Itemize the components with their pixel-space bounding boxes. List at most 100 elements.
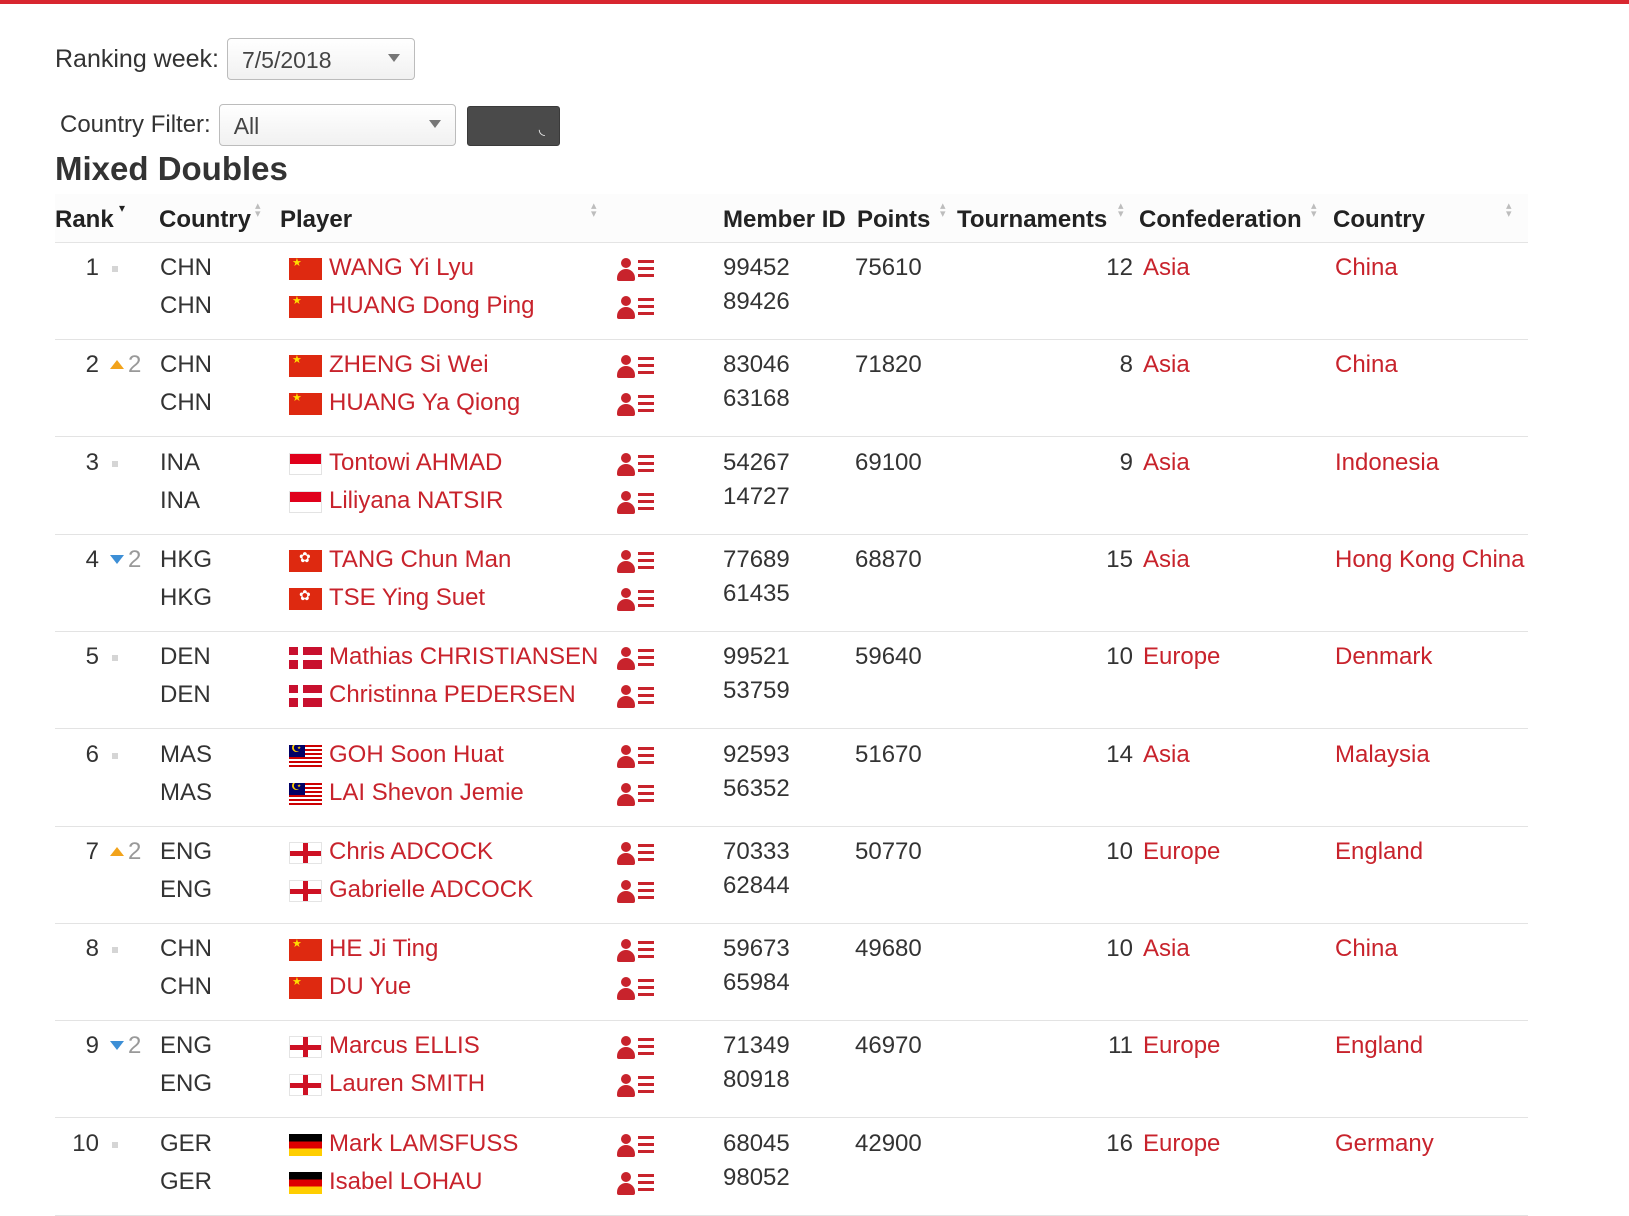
country-filter-select[interactable]: All [218, 104, 456, 146]
player-link[interactable]: TANG Chun Man [329, 546, 511, 573]
country-link[interactable]: Indonesia [1335, 449, 1439, 477]
player-link[interactable]: TSE Ying Suet [329, 584, 485, 611]
column-header-rank[interactable]: Rank [55, 206, 114, 234]
sort-icon[interactable]: ▴ ▾ [1311, 201, 1317, 220]
column-header-points[interactable]: Points [857, 206, 930, 234]
confederation-text[interactable]: Asia [1143, 254, 1190, 281]
confederation-text[interactable]: Asia [1143, 741, 1190, 768]
country-link[interactable]: China [1335, 254, 1398, 282]
player-profile-icon[interactable] [617, 549, 657, 575]
country-text[interactable]: Denmark [1335, 643, 1432, 670]
player-link[interactable]: LAI Shevon Jemie [329, 779, 524, 806]
player-link[interactable]: Marcus ELLIS [329, 1032, 480, 1059]
country-text[interactable]: China [1335, 935, 1398, 962]
country-link[interactable]: Germany [1335, 1130, 1434, 1158]
player-link[interactable]: HUANG Ya Qiong [329, 389, 520, 416]
player-link[interactable]: Christinna PEDERSEN [329, 681, 576, 708]
confederation-link[interactable]: Europe [1143, 1032, 1220, 1060]
player-profile-icon[interactable] [617, 257, 657, 283]
country-link[interactable]: Hong Kong China [1335, 546, 1524, 574]
player-profile-icon[interactable] [617, 1073, 657, 1099]
country-text[interactable]: Malaysia [1335, 741, 1430, 768]
country-link[interactable]: China [1335, 935, 1398, 963]
player-link[interactable]: Chris ADCOCK [329, 838, 493, 865]
player-link[interactable]: HUANG Dong Ping [329, 292, 534, 319]
player-profile-icon[interactable] [617, 976, 657, 1002]
player-profile-icon[interactable] [617, 490, 657, 516]
confederation-link[interactable]: Europe [1143, 643, 1220, 671]
country-link[interactable]: China [1335, 351, 1398, 379]
column-header-player[interactable]: Player [280, 206, 352, 234]
player-profile-icon[interactable] [617, 587, 657, 613]
country-text[interactable]: Indonesia [1335, 449, 1439, 476]
player-link[interactable]: Isabel LOHAU [329, 1168, 482, 1195]
rank-number: 8 [85, 935, 99, 962]
confederation-text[interactable]: Europe [1143, 1032, 1220, 1059]
player-link[interactable]: HE Ji Ting [329, 935, 438, 962]
apply-filter-button[interactable]: ◟ [467, 106, 560, 146]
player-profile-icon[interactable] [617, 646, 657, 672]
country-link[interactable]: Denmark [1335, 643, 1432, 671]
country-text[interactable]: China [1335, 254, 1398, 281]
confederation-link[interactable]: Asia [1143, 741, 1190, 769]
player-profile-icon[interactable] [617, 354, 657, 380]
ina-flag-icon [289, 491, 322, 513]
player-profile-icon[interactable] [617, 1171, 657, 1197]
player-profile-icon[interactable] [617, 879, 657, 905]
player-link[interactable]: WANG Yi Lyu [329, 254, 474, 281]
confederation-link[interactable]: Asia [1143, 935, 1190, 963]
country-text[interactable]: England [1335, 838, 1423, 865]
confederation-text[interactable]: Europe [1143, 838, 1220, 865]
sort-icon[interactable]: ▴ ▾ [255, 201, 261, 220]
ranking-week-select[interactable]: 7/5/2018 [226, 38, 415, 80]
column-header-confederation[interactable]: Confederation [1139, 206, 1302, 234]
country-text[interactable]: England [1335, 1032, 1423, 1059]
country-text[interactable]: Germany [1335, 1130, 1434, 1157]
player-profile-icon[interactable] [617, 295, 657, 321]
player-profile-icon[interactable] [617, 782, 657, 808]
sort-icon[interactable]: ▴ ▾ [1118, 201, 1124, 220]
sort-desc-icon[interactable]: ▾ [119, 202, 125, 214]
player-link[interactable]: Mark LAMSFUSS [329, 1130, 518, 1157]
player-link[interactable]: Tontowi AHMAD [329, 449, 502, 476]
player-link[interactable]: DU Yue [329, 973, 411, 1000]
column-header-country[interactable]: Country [159, 206, 251, 234]
player-link[interactable]: Gabrielle ADCOCK [329, 876, 533, 903]
player-link[interactable]: Lauren SMITH [329, 1070, 485, 1097]
sort-icon[interactable]: ▴ ▾ [1506, 201, 1512, 220]
player-profile-icon[interactable] [617, 841, 657, 867]
column-header-country-name[interactable]: Country [1333, 206, 1425, 234]
country-text[interactable]: Hong Kong China [1335, 546, 1524, 573]
confederation-link[interactable]: Asia [1143, 254, 1190, 282]
player-link[interactable]: GOH Soon Huat [329, 741, 504, 768]
player-profile-icon[interactable] [617, 1133, 657, 1159]
column-header-tournaments[interactable]: Tournaments [957, 206, 1107, 234]
country-link[interactable]: England [1335, 838, 1423, 866]
confederation-text[interactable]: Asia [1143, 351, 1190, 378]
player-link[interactable]: ZHENG Si Wei [329, 351, 489, 378]
player-link[interactable]: Liliyana NATSIR [329, 487, 503, 514]
player-profile-icon[interactable] [617, 938, 657, 964]
confederation-text[interactable]: Europe [1143, 643, 1220, 670]
player-name: Marcus ELLIS [289, 1032, 480, 1060]
confederation-link[interactable]: Asia [1143, 449, 1190, 477]
confederation-text[interactable]: Europe [1143, 1130, 1220, 1157]
player-profile-icon[interactable] [617, 452, 657, 478]
country-text[interactable]: China [1335, 351, 1398, 378]
sort-icon[interactable]: ▴ ▾ [591, 201, 597, 220]
confederation-link[interactable]: Europe [1143, 1130, 1220, 1158]
country-link[interactable]: Malaysia [1335, 741, 1430, 769]
confederation-link[interactable]: Asia [1143, 546, 1190, 574]
player-profile-icon[interactable] [617, 392, 657, 418]
player-link[interactable]: Mathias CHRISTIANSEN [329, 643, 598, 670]
player-profile-icon[interactable] [617, 684, 657, 710]
country-link[interactable]: England [1335, 1032, 1423, 1060]
sort-icon[interactable]: ▴ ▾ [940, 201, 946, 220]
confederation-text[interactable]: Asia [1143, 546, 1190, 573]
confederation-link[interactable]: Asia [1143, 351, 1190, 379]
player-profile-icon[interactable] [617, 744, 657, 770]
confederation-link[interactable]: Europe [1143, 838, 1220, 866]
player-profile-icon[interactable] [617, 1035, 657, 1061]
confederation-text[interactable]: Asia [1143, 449, 1190, 476]
confederation-text[interactable]: Asia [1143, 935, 1190, 962]
